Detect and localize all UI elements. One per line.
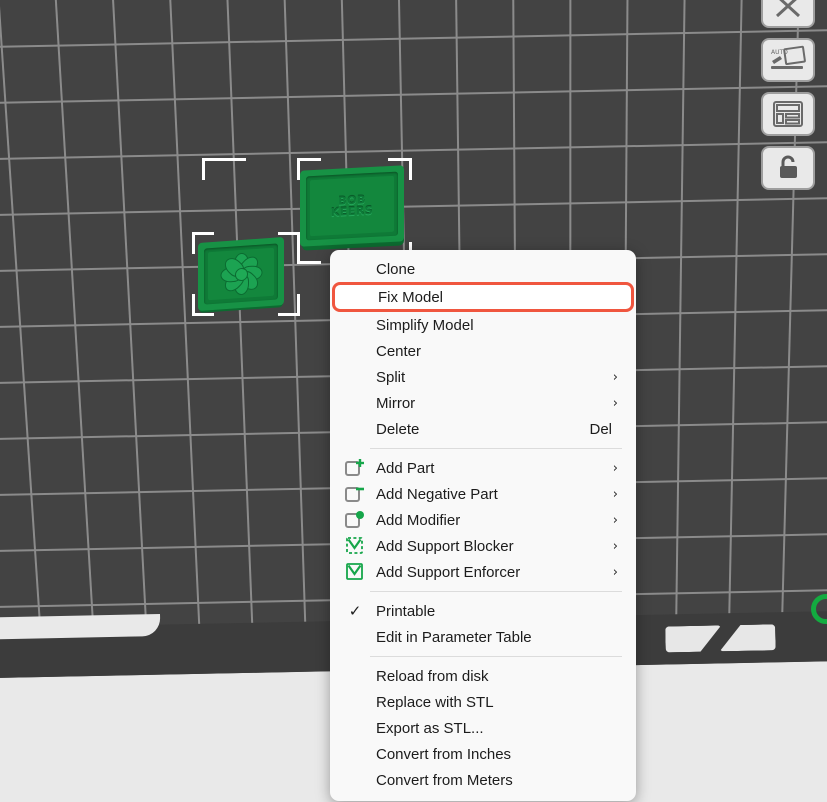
layout-panel-button[interactable] [761, 92, 815, 136]
chevron-right-icon: › [612, 395, 618, 411]
grid-line-v [47, 0, 98, 638]
menu-item-clone[interactable]: Clone [330, 256, 636, 282]
grid-line-v [727, 0, 746, 638]
model-plaque: BOB KEERS [300, 165, 404, 247]
grid-line-v [105, 0, 151, 638]
grid-line-v [221, 0, 256, 638]
support-blocker-icon [346, 537, 363, 554]
menu-item-label: Add Modifier [376, 511, 461, 529]
add-negative-part-icon [345, 487, 364, 502]
slicer-app-window: BOB KEERS AUTO Clone Fix Model Simplify … [0, 0, 827, 802]
support-enforcer-icon [346, 563, 363, 580]
model-face: BOB KEERS [310, 175, 394, 237]
flower-relief-icon [214, 250, 268, 298]
menu-item-label: Edit in Parameter Table [376, 628, 532, 646]
model-bob-keers-plaque[interactable]: BOB KEERS [296, 165, 416, 296]
chevron-right-icon: › [612, 460, 618, 476]
menu-item-label: Convert from Meters [376, 771, 513, 789]
add-negative-part-icon [340, 483, 370, 505]
model-embossed-text: BOB KEERS [330, 193, 374, 220]
grid-line-h [0, 83, 827, 107]
grid-line-h [0, 139, 827, 163]
menu-item-label: Convert from Inches [376, 745, 512, 763]
menu-item-label: Clone [376, 260, 416, 278]
menu-item-label: Delete [376, 420, 420, 438]
menu-item-add-modifier[interactable]: Add Modifier › [330, 507, 636, 533]
support-blocker-icon [340, 535, 370, 557]
menu-item-label: Add Part [376, 459, 435, 477]
menu-item-add-part[interactable]: Add Part › [330, 455, 636, 481]
menu-item-convert-from-inches[interactable]: Convert from Inches [330, 741, 636, 767]
menu-separator [370, 656, 622, 657]
auto-arrange-icon: AUTO [771, 45, 806, 69]
menu-item-label: Split [376, 368, 406, 386]
menu-item-label: Mirror [376, 394, 416, 412]
chevron-right-icon: › [612, 512, 618, 528]
menu-item-label: Replace with STL [376, 693, 494, 711]
support-enforcer-icon [340, 561, 370, 583]
menu-item-replace-with-stl[interactable]: Replace with STL [330, 689, 636, 715]
menu-item-add-negative-part[interactable]: Add Negative Part › [330, 481, 636, 507]
menu-item-printable[interactable]: ✓ Printable [330, 598, 636, 624]
menu-item-label: Reload from disk [376, 667, 489, 685]
viewport-toolbar: AUTO [761, 0, 819, 190]
menu-item-label: Printable [376, 602, 436, 620]
menu-item-split[interactable]: Split › [330, 364, 636, 390]
grid-line-v [163, 0, 203, 638]
grid-line-h [0, 27, 827, 51]
menu-item-label: Fix Model [378, 288, 444, 306]
chevron-right-icon: › [612, 538, 618, 554]
lock-button[interactable] [761, 146, 815, 190]
plate-logo-mark [665, 624, 775, 652]
menu-item-reload-from-disk[interactable]: Reload from disk [330, 663, 636, 689]
menu-item-label: Center [376, 342, 422, 360]
svg-text:AUTO: AUTO [771, 49, 788, 56]
menu-item-label: Export as STL... [376, 719, 484, 737]
unlock-icon [780, 155, 797, 178]
model-plaque [198, 236, 284, 312]
menu-item-label: Add Support Blocker [376, 537, 514, 555]
chevron-right-icon: › [612, 369, 618, 385]
add-part-icon [340, 457, 370, 479]
chevron-right-icon: › [612, 486, 618, 502]
menu-item-add-support-enforcer[interactable]: Add Support Enforcer › [330, 559, 636, 585]
menu-item-export-as-stl[interactable]: Export as STL... [330, 715, 636, 741]
menu-item-mirror[interactable]: Mirror › [330, 390, 636, 416]
add-modifier-icon [340, 509, 370, 531]
menu-item-delete[interactable]: Delete Del [330, 416, 636, 442]
layout-panel-icon [773, 101, 803, 127]
close-button[interactable] [761, 0, 815, 28]
check-icon: ✓ [348, 602, 362, 620]
menu-item-simplify-model[interactable]: Simplify Model [330, 312, 636, 338]
menu-item-add-support-blocker[interactable]: Add Support Blocker › [330, 533, 636, 559]
menu-item-convert-from-meters[interactable]: Convert from Meters [330, 767, 636, 793]
menu-item-label: Add Negative Part [376, 485, 498, 503]
grid-line-v [0, 0, 46, 638]
add-modifier-icon [345, 511, 364, 528]
menu-separator [370, 591, 622, 592]
menu-item-label: Simplify Model [376, 316, 474, 334]
auto-arrange-button[interactable]: AUTO [761, 38, 815, 82]
menu-item-label: Add Support Enforcer [376, 563, 521, 581]
menu-separator [370, 448, 622, 449]
menu-item-center[interactable]: Center [330, 338, 636, 364]
menu-item-fix-model[interactable]: Fix Model [332, 282, 634, 312]
grid-line-v [674, 0, 688, 638]
menu-item-shortcut: Del [589, 420, 612, 438]
context-menu[interactable]: Clone Fix Model Simplify Model Center Split ›… [330, 250, 636, 801]
add-part-icon [345, 459, 364, 476]
chevron-right-icon: › [612, 564, 618, 580]
close-icon [775, 0, 801, 18]
model-face [208, 247, 274, 301]
menu-item-edit-in-parameter-table[interactable]: Edit in Parameter Table [330, 624, 636, 650]
model-flower-relief-plaque[interactable] [198, 236, 284, 313]
